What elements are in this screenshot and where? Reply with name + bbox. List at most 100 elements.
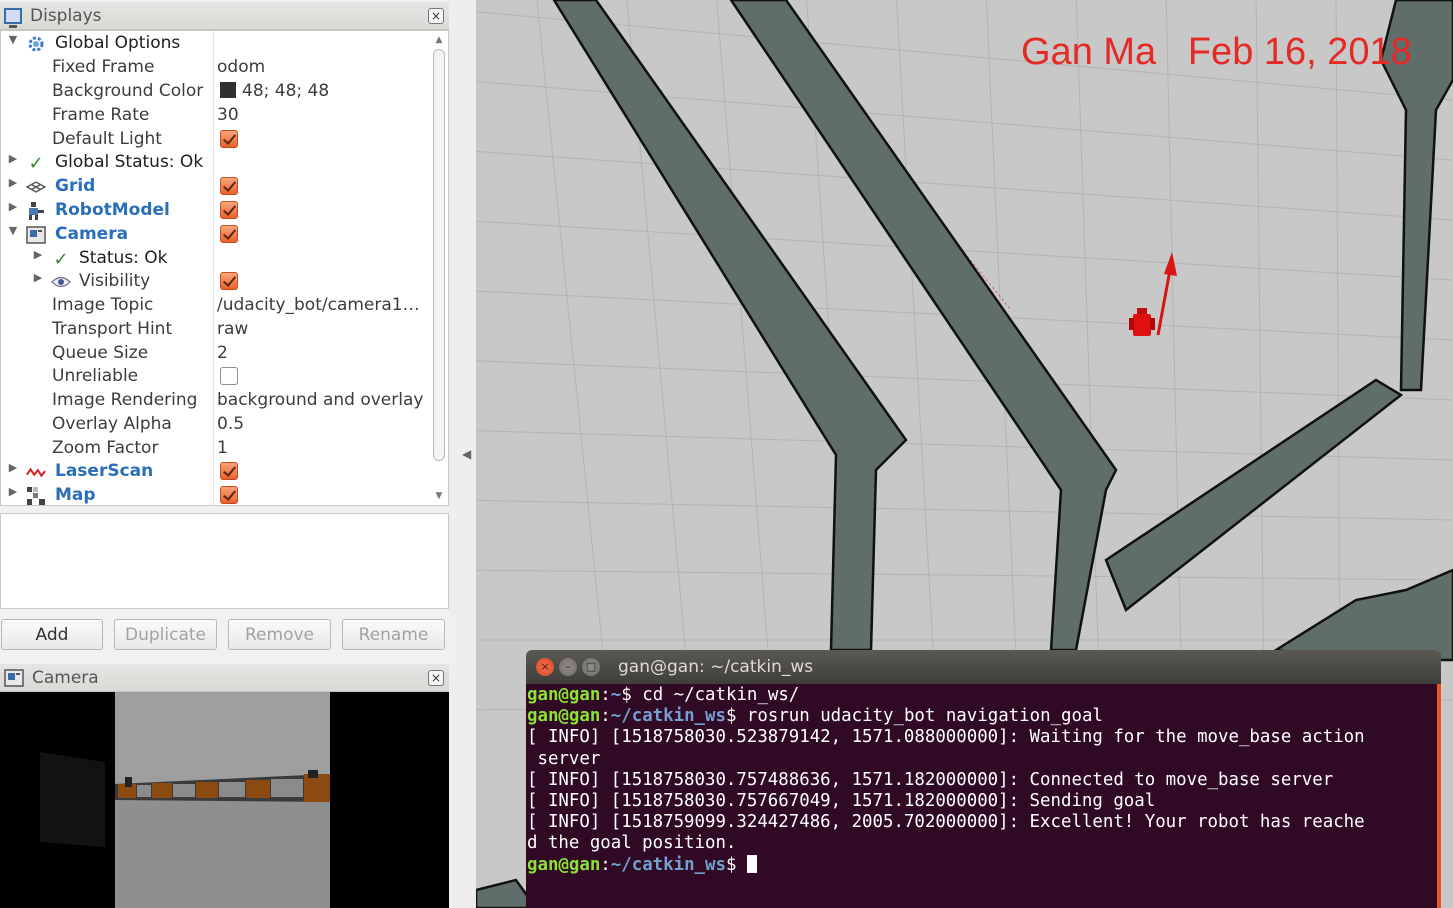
check-icon: ✓ xyxy=(53,248,69,270)
prompt-path: ~/catkin_ws xyxy=(610,706,726,727)
prompt-user: gan@gan xyxy=(527,685,601,705)
tree-row-unreliable[interactable]: Unreliable xyxy=(1,365,429,389)
command-text: cd ~/catkin_ws/ xyxy=(631,685,800,705)
transport-hint-value[interactable]: raw xyxy=(217,319,427,339)
command-text: rosrun udacity_bot navigation_goal xyxy=(736,706,1103,727)
camera-panel-title: Camera xyxy=(32,667,99,688)
fixed-frame-value[interactable]: odom xyxy=(217,57,427,77)
tree-label: Frame Rate xyxy=(52,105,150,125)
terminal-title: gan@gan: ~/catkin_ws xyxy=(618,657,814,677)
tree-label: RobotModel xyxy=(55,200,170,220)
collapse-arrow-icon[interactable]: ◀ xyxy=(462,447,471,461)
scroll-thumb[interactable] xyxy=(433,49,445,461)
background-color-value[interactable]: 48; 48; 48 xyxy=(217,81,427,101)
image-rendering-value[interactable]: background and overlay xyxy=(217,390,427,410)
close-icon[interactable]: × xyxy=(536,658,554,676)
tree-row-overlay-alpha[interactable]: Overlay Alpha 0.5 xyxy=(1,413,429,437)
tree-row-global-status[interactable]: ▶ ✓ Global Status: Ok xyxy=(1,151,429,175)
camera-checkbox[interactable] xyxy=(220,225,238,243)
terminal-line: [ INFO] [1518758030.757667049, 1571.1820… xyxy=(527,791,1156,812)
tree-row-image-rendering[interactable]: Image Rendering background and overlay xyxy=(1,389,429,413)
tree-label: Image Topic xyxy=(52,295,154,315)
tree-row-image-topic[interactable]: Image Topic /udacity_bot/camera1… xyxy=(1,294,429,318)
laserscan-checkbox[interactable] xyxy=(220,462,238,480)
dock-splitter[interactable]: ◀ xyxy=(449,0,476,908)
prompt-user: gan@gan xyxy=(527,854,601,875)
displays-panel-title: Displays xyxy=(30,5,102,26)
tree-label: Status: Ok xyxy=(79,248,168,268)
tree-row-frame-rate[interactable]: Frame Rate 30 xyxy=(1,104,429,128)
tree-row-robotmodel[interactable]: ▶ RobotModel xyxy=(1,199,429,223)
tree-label: Queue Size xyxy=(52,343,149,363)
expand-arrow-icon[interactable]: ▶ xyxy=(31,271,45,284)
tree-row-transport-hint[interactable]: Transport Hint raw xyxy=(1,318,429,342)
add-button[interactable]: Add xyxy=(1,619,103,650)
expand-arrow-icon[interactable]: ▶ xyxy=(31,248,45,261)
robot-icon xyxy=(26,201,46,221)
expand-arrow-icon[interactable]: ▶ xyxy=(6,485,20,498)
tree-scrollbar[interactable]: ▲ ▼ xyxy=(432,33,446,503)
tree-row-zoom-factor[interactable]: Zoom Factor 1 xyxy=(1,437,429,461)
terminal-line: gan@gan:~/catkin_ws$ rosrun udacity_bot … xyxy=(527,706,1103,727)
tree-label: Zoom Factor xyxy=(52,438,159,458)
expand-arrow-icon[interactable]: ▶ xyxy=(6,176,20,189)
tree-label: Global Options xyxy=(55,33,181,53)
tree-row-default-light[interactable]: Default Light xyxy=(1,128,429,152)
unreliable-checkbox[interactable] xyxy=(220,367,238,385)
tree-label: Unreliable xyxy=(52,366,139,386)
watermark-text: Gan Ma Feb 16, 2018 xyxy=(1021,31,1412,73)
tree-row-visibility[interactable]: ▶ Visibility xyxy=(1,270,429,294)
remove-button[interactable]: Remove xyxy=(228,619,331,650)
expand-arrow-icon[interactable]: ▶ xyxy=(6,152,20,165)
tree-row-fixed-frame[interactable]: Fixed Frame odom xyxy=(1,56,429,80)
tree-row-grid[interactable]: ▶ Grid xyxy=(1,175,429,199)
tree-label: Transport Hint xyxy=(52,319,173,339)
camera-icon xyxy=(26,225,46,245)
tree-label: Image Rendering xyxy=(52,390,198,410)
image-topic-value[interactable]: /udacity_bot/camera1… xyxy=(217,295,427,315)
tree-label: Grid xyxy=(55,176,96,196)
maximize-icon[interactable]: □ xyxy=(582,658,600,676)
map-checkbox[interactable] xyxy=(220,486,238,504)
tree-row-camera-status[interactable]: ▶ ✓ Status: Ok xyxy=(1,247,429,271)
terminal-output[interactable]: gan@gan:~$ cd ~/catkin_ws/ gan@gan:~/cat… xyxy=(526,684,1441,908)
queue-size-value[interactable]: 2 xyxy=(217,343,427,363)
terminal-scrollbar[interactable] xyxy=(1437,684,1441,908)
expand-arrow-icon[interactable]: ▼ xyxy=(6,224,20,237)
expand-arrow-icon[interactable]: ▶ xyxy=(6,200,20,213)
prompt-user: gan@gan xyxy=(527,706,601,727)
tree-row-global-options[interactable]: ▼ Global Options xyxy=(1,32,429,56)
minimize-icon[interactable]: – xyxy=(559,658,577,676)
zoom-factor-value[interactable]: 1 xyxy=(217,438,427,458)
robotmodel-checkbox[interactable] xyxy=(220,201,238,219)
scroll-down-icon[interactable]: ▼ xyxy=(432,489,446,503)
camera-close-icon[interactable]: × xyxy=(428,670,444,686)
tree-row-camera[interactable]: ▼ Camera xyxy=(1,223,429,247)
expand-arrow-icon[interactable]: ▶ xyxy=(6,461,20,474)
rename-button[interactable]: Rename xyxy=(342,619,445,650)
terminal-window[interactable]: × – □ gan@gan: ~/catkin_ws gan@gan:~$ cd… xyxy=(526,650,1441,908)
terminal-line: [ INFO] [1518759099.324427486, 2005.7020… xyxy=(527,812,1365,833)
expand-arrow-icon[interactable]: ▼ xyxy=(6,33,20,46)
prompt-path: ~ xyxy=(610,685,622,705)
tree-row-laserscan[interactable]: ▶ LaserScan xyxy=(1,460,429,484)
default-light-checkbox[interactable] xyxy=(220,130,238,148)
grid-checkbox[interactable] xyxy=(220,177,238,195)
camera-icon xyxy=(4,668,24,687)
tree-label: Visibility xyxy=(79,271,151,291)
terminal-cursor[interactable] xyxy=(746,854,757,873)
frame-rate-value[interactable]: 30 xyxy=(217,105,427,125)
duplicate-button[interactable]: Duplicate xyxy=(114,619,217,650)
tree-row-background-color[interactable]: Background Color 48; 48; 48 xyxy=(1,80,429,104)
terminal-line: [ INFO] [1518758030.757488636, 1571.1820… xyxy=(527,769,1334,790)
visibility-checkbox[interactable] xyxy=(220,272,238,290)
tree-row-queue-size[interactable]: Queue Size 2 xyxy=(1,342,429,366)
left-dock: Displays × ▼ Global Options Fixed Frame … xyxy=(0,0,449,908)
displays-close-icon[interactable]: × xyxy=(428,8,444,24)
overlay-alpha-value[interactable]: 0.5 xyxy=(217,414,427,434)
displays-tree[interactable]: ▼ Global Options Fixed Frame odom Backgr… xyxy=(0,30,449,506)
terminal-titlebar[interactable]: × – □ gan@gan: ~/catkin_ws xyxy=(526,650,1441,684)
displays-panel-header: Displays × xyxy=(0,2,449,30)
tree-row-map[interactable]: ▶ Map xyxy=(1,484,429,505)
scroll-up-icon[interactable]: ▲ xyxy=(432,33,446,47)
